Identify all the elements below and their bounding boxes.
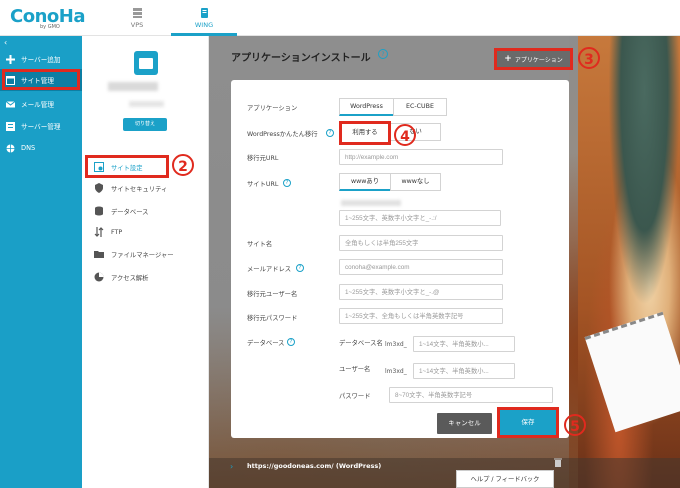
sub-item-file-manager[interactable]: ファイルマネージャー [90, 244, 208, 264]
switch-button[interactable]: 切り替え [123, 118, 167, 131]
sub-item-access-analysis[interactable]: アクセス解析 [90, 267, 208, 287]
annotation-marker-5: 5 [564, 414, 586, 436]
db-name-prefix: lm3xd_ [385, 341, 407, 348]
plus-icon [6, 54, 15, 64]
sidebar-item-dns[interactable]: DNS [0, 137, 82, 159]
annotation-marker-3: 3 [578, 47, 600, 69]
option-www-no[interactable]: wwwなし [390, 173, 441, 191]
sidebar-item-mail-management[interactable]: メール管理 [0, 93, 82, 115]
tab-wing-label: WING [194, 21, 214, 29]
migrate-label: WordPressかんたん移行 [247, 131, 318, 138]
logo-subtitle: by GMO [40, 24, 60, 30]
annotation-marker-4: 4 [394, 124, 416, 146]
sub-item-label: データベース [111, 208, 149, 216]
trash-icon[interactable] [554, 458, 562, 470]
database-label: データベース [247, 340, 285, 347]
sidebar-item-label: DNS [21, 144, 36, 152]
folder-icon [94, 251, 104, 258]
source-password-input[interactable] [339, 308, 503, 324]
save-button[interactable]: 保存 [497, 407, 559, 438]
wing-icon [200, 8, 208, 18]
tab-vps[interactable]: VPS [104, 0, 170, 36]
option-migrate-use[interactable]: 利用する [339, 121, 391, 145]
cancel-button[interactable]: キャンセル [437, 413, 492, 434]
sidebar-collapse-button[interactable]: ‹ [4, 38, 7, 47]
server-ip-blurred [129, 101, 164, 107]
sidebar-item-label: メール管理 [21, 101, 54, 109]
server-thumbnail-icon [134, 51, 158, 75]
sidebar-item-add-server[interactable]: サーバー追加 [0, 48, 82, 70]
sub-item-label: アクセス解析 [111, 274, 149, 282]
sub-item-label: サイトセキュリティ [111, 185, 168, 193]
source-url-input[interactable] [339, 149, 503, 165]
option-wordpress[interactable]: WordPress [339, 98, 394, 116]
page-title: アプリケーションインストール [231, 53, 371, 64]
shield-icon [95, 183, 103, 193]
sub-item-database[interactable]: データベース [90, 201, 208, 221]
tab-wing[interactable]: WING [171, 0, 237, 36]
site-url-help-icon[interactable]: ? [283, 179, 291, 187]
database-icon [95, 206, 103, 216]
db-password-input[interactable] [389, 387, 553, 403]
help-feedback-button[interactable]: ヘルプ / フィードバック [456, 470, 554, 488]
chevron-right-icon[interactable]: › [230, 462, 233, 471]
sub-item-ftp[interactable]: FTP [90, 222, 208, 242]
site-name-input[interactable] [339, 235, 503, 251]
domain-blurred [341, 200, 401, 206]
plus-icon: + [504, 54, 512, 64]
help-icon[interactable]: ? [378, 49, 388, 59]
option-ec-cube[interactable]: EC-CUBE [393, 98, 447, 116]
db-user-input[interactable] [413, 363, 515, 379]
server-name-blurred [108, 82, 158, 91]
vps-icon [132, 8, 142, 18]
sub-item-label: FTP [111, 228, 123, 236]
db-name-label: データベース名 [339, 340, 383, 347]
server-icon [6, 121, 15, 131]
pie-chart-icon [94, 272, 104, 282]
source-url-label: 移行元URL [247, 155, 279, 162]
path-input[interactable] [339, 210, 501, 226]
site-name-label: サイト名 [247, 241, 273, 248]
annotation-marker-2: 2 [172, 154, 194, 176]
database-help-icon[interactable]: ? [287, 338, 295, 346]
sidebar-item-label: サーバー管理 [21, 123, 61, 131]
sub-item-site-security[interactable]: サイトセキュリティ [90, 178, 208, 198]
add-application-label: アプリケーション [514, 56, 563, 64]
source-user-label: 移行元ユーザー名 [247, 291, 298, 298]
globe-icon [6, 144, 15, 152]
application-label: アプリケーション [247, 105, 298, 112]
db-password-label: パスワード [339, 393, 371, 400]
annotation-box-site-settings [85, 155, 169, 178]
email-label: メールアドレス [247, 266, 292, 273]
source-password-label: 移行元パスワード [247, 315, 298, 322]
site-url-link[interactable]: https://goodoneas.com/ (WordPress) [247, 462, 381, 470]
annotation-box-site-management [2, 69, 80, 90]
ftp-icon [94, 227, 104, 237]
add-application-button[interactable]: + アプリケーション [494, 48, 573, 70]
mail-icon [6, 100, 15, 107]
top-bar [0, 0, 680, 36]
sidebar-item-server-management[interactable]: サーバー管理 [0, 115, 82, 137]
source-user-input[interactable] [339, 284, 503, 300]
migrate-help-icon[interactable]: ? [326, 129, 334, 137]
db-name-input[interactable] [413, 336, 515, 352]
tab-vps-label: VPS [130, 21, 144, 29]
option-www-yes[interactable]: wwwあり [339, 173, 391, 191]
db-user-prefix: lm3xd_ [385, 368, 407, 375]
email-help-icon[interactable]: ? [296, 264, 304, 272]
sub-item-label: ファイルマネージャー [111, 251, 174, 259]
db-user-label: ユーザー名 [339, 366, 371, 373]
site-url-label: サイトURL [247, 181, 279, 188]
email-input[interactable] [339, 259, 503, 275]
sidebar-item-label: サーバー追加 [21, 56, 61, 64]
